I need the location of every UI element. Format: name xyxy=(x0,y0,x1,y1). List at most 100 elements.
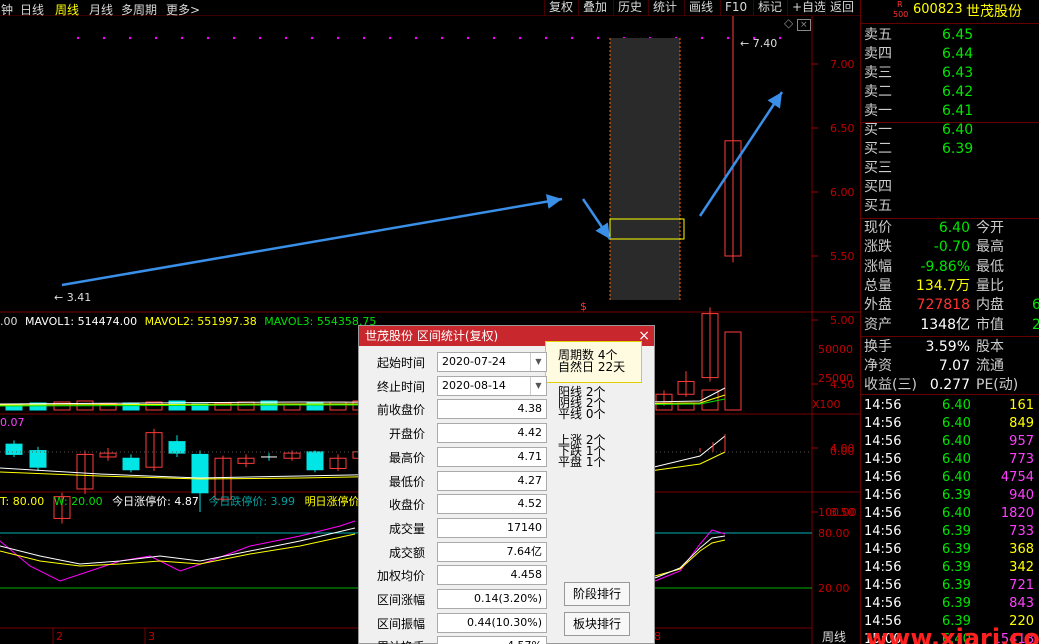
period-marker-dot xyxy=(596,36,600,40)
stats-row-value: 4.458 xyxy=(437,565,547,586)
stats-row-label: 前收盘价 xyxy=(376,403,425,418)
order-book-price: 6.43 xyxy=(942,65,974,81)
stock-header: R 500 600823 世茂股份 xyxy=(861,0,1039,24)
period-marker-dot xyxy=(362,36,366,40)
candle-down xyxy=(168,441,186,454)
order-book-row: 卖一 6.41 xyxy=(864,102,973,121)
candle-down xyxy=(5,443,23,455)
signal-marker: $ xyxy=(580,300,587,313)
order-book-price: 6.39 xyxy=(942,141,974,157)
quote-value: 3.59% xyxy=(925,338,970,355)
tick-price: 6.40 xyxy=(942,434,971,449)
period-label: 周线 xyxy=(822,630,847,644)
tick-time: 14:56 xyxy=(864,542,902,557)
f10-button[interactable]: F10 xyxy=(720,0,751,16)
candle-down xyxy=(29,450,47,468)
tick-row: 14:56 6.40 161 xyxy=(864,396,1034,415)
order-book-row: 买一 6.40 xyxy=(864,121,973,140)
order-book-label: 买二 xyxy=(864,141,892,157)
period-marker-dot xyxy=(440,36,444,40)
stats-row-label: 终止时间 xyxy=(376,379,425,394)
stats-row-value: 4.71 xyxy=(437,446,547,467)
quote-value: 6.40 xyxy=(938,220,970,236)
tick-time: 14:56 xyxy=(864,434,902,449)
quote-row: 净资 7.07 流通 xyxy=(864,357,1004,376)
stage-ranking-button[interactable]: 阶段排行 xyxy=(564,582,630,606)
order-book-row: 买四 xyxy=(864,178,892,197)
mark-button[interactable]: 标记 xyxy=(753,0,786,16)
quote-label-2: 内盘 xyxy=(976,297,1004,314)
price-axis-label: 6.00 xyxy=(830,186,855,199)
period-marker-dot xyxy=(180,36,184,40)
stats-row: 加权均价 4.458 xyxy=(363,565,547,587)
statistics-button[interactable]: 统计 xyxy=(648,0,681,16)
stats-row: 最低价 4.27 xyxy=(363,470,547,493)
stats-row: 累计换手 4.57% xyxy=(363,636,547,644)
mavol-prefix: .00 xyxy=(0,315,18,328)
quote-label-2: PE(动) xyxy=(976,377,1019,394)
stats-row-label: 成交量 xyxy=(388,521,425,536)
order-book-label: 卖三 xyxy=(864,65,892,81)
date-select[interactable]: 2020-08-14 ▼ xyxy=(437,375,547,396)
tick-time: 14:56 xyxy=(864,470,902,485)
stats-row-label: 开盘价 xyxy=(388,427,425,442)
tick-volume: 733 xyxy=(1009,524,1034,539)
flat-count: 平线 0个 xyxy=(558,407,606,421)
draw-line-button[interactable]: 画线 xyxy=(684,0,717,16)
candle-down xyxy=(191,453,209,494)
x-axis-label: 3 xyxy=(148,630,155,643)
order-book-label: 卖二 xyxy=(864,84,892,100)
macd-axis-label: 0.00 xyxy=(830,445,855,458)
stats-row-value: 4.27 xyxy=(437,470,547,491)
quote-row: 外盘 727818 内盘 6 xyxy=(864,296,1039,315)
low-price-label: ← 3.41 xyxy=(54,291,91,304)
tick-row: 14:56 6.40 773 xyxy=(864,450,1034,469)
price-axis-label: 5.50 xyxy=(830,250,855,263)
period-marker-dot xyxy=(128,36,132,40)
tick-volume: 773 xyxy=(1009,452,1034,467)
quote-row: 涨跌 -0.70 最高 xyxy=(864,238,1004,257)
quote-label-2: 量比 xyxy=(976,277,1004,294)
order-book-label: 买一 xyxy=(864,122,892,138)
quote-label-2: 流通 xyxy=(976,358,1004,375)
stats-row-value: 0.44(10.30%) xyxy=(437,612,547,633)
tick-price: 6.39 xyxy=(942,542,971,557)
stats-row-value: 4.38 xyxy=(437,399,547,420)
tick-volume: 940 xyxy=(1009,488,1034,503)
kdj-d-line xyxy=(0,533,356,567)
period-marker-dot xyxy=(778,36,782,40)
stats-row-label: 累计换手 xyxy=(363,636,425,644)
back-button[interactable]: 返回 xyxy=(825,0,858,16)
period-marker-dot xyxy=(206,36,210,40)
quote-row: 总量 134.7万 量比 xyxy=(864,277,1004,296)
chevron-down-icon[interactable]: ▼ xyxy=(530,353,546,371)
overlay-button[interactable]: 叠加 xyxy=(578,0,611,16)
tick-price: 6.39 xyxy=(942,596,971,611)
quote-section-divider xyxy=(861,335,1039,337)
tick-price: 6.39 xyxy=(942,488,971,503)
period-marker-dot xyxy=(258,36,262,40)
date-select[interactable]: 2020-07-24 ▼ xyxy=(437,352,547,372)
adjust-button[interactable]: 复权 xyxy=(544,0,577,16)
tick-row: 14:56 6.39 940 xyxy=(864,486,1034,505)
interval-stats-dialog: 世茂股份 区间统计(复权) × 起始时间 2020-07-24 ▼ 终止时间 2020-… xyxy=(358,325,655,644)
selected-interval-shade xyxy=(610,38,680,300)
volume-bar xyxy=(724,331,742,411)
order-book-row: 买五 xyxy=(864,197,892,216)
stats-row-value: 4.42 xyxy=(437,423,547,444)
chevron-down-icon[interactable]: ▼ xyxy=(530,376,546,395)
quote-label-2: 今开 xyxy=(976,220,1004,236)
chart-settings-icons[interactable]: ◇ × xyxy=(784,16,811,31)
watermark: www.xiari.com xyxy=(866,624,1039,644)
history-button[interactable]: 历史 xyxy=(613,0,646,16)
sector-ranking-button[interactable]: 板块排行 xyxy=(564,612,630,636)
order-book-price: 6.40 xyxy=(942,122,974,138)
tick-time: 14:56 xyxy=(864,488,902,503)
price-axis-label: 7.00 xyxy=(830,58,855,71)
tick-price: 6.40 xyxy=(942,398,971,413)
tick-price: 6.40 xyxy=(942,470,971,485)
add-watchlist-button[interactable]: +自选 xyxy=(787,0,830,16)
t-value: T: 80.00 xyxy=(0,495,45,508)
stats-row: 最高价 4.71 xyxy=(363,446,547,469)
tick-row: 14:56 6.39 843 xyxy=(864,594,1034,613)
